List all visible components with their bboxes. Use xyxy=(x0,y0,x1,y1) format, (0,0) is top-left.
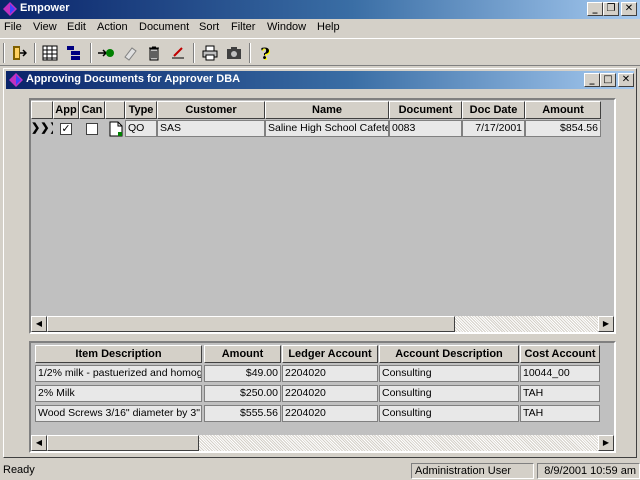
col-header-customer[interactable]: Customer xyxy=(157,101,265,119)
menu-bar: File View Edit Action Document Sort Filt… xyxy=(0,19,640,38)
menu-filter[interactable]: Filter xyxy=(231,21,255,33)
items-scroll-left-button[interactable]: ◀ xyxy=(31,435,47,451)
child-title: Approving Documents for Approver DBA xyxy=(26,73,241,85)
col-header-attachment[interactable] xyxy=(105,101,125,119)
grid-icon[interactable] xyxy=(39,42,61,64)
status-bar: Ready Administration User 8/9/2001 10:59… xyxy=(0,462,640,480)
menu-view[interactable]: View xyxy=(33,21,57,33)
item-row-ledger[interactable]: 2204020 xyxy=(282,405,378,422)
exit-icon[interactable] xyxy=(8,42,30,64)
col-header-amount[interactable]: Amount xyxy=(525,101,601,119)
trash-icon[interactable] xyxy=(143,42,165,64)
app-title-bar[interactable]: Empower _ ❐ ✕ xyxy=(0,0,640,19)
item-row-account-description[interactable]: Consulting xyxy=(379,365,519,382)
row-selector-header xyxy=(31,101,53,119)
col-header-document[interactable]: Document xyxy=(389,101,462,119)
menu-help[interactable]: Help xyxy=(317,21,340,33)
items-scroll-right-button[interactable]: ▶ xyxy=(598,435,614,451)
status-user: Administration User xyxy=(411,463,534,479)
col-header-account-description[interactable]: Account Description xyxy=(379,345,519,363)
approving-documents-window: Approving Documents for Approver DBA _ □… xyxy=(3,68,637,458)
col-header-item-amount[interactable]: Amount xyxy=(204,345,281,363)
approve-icon[interactable] xyxy=(95,42,117,64)
toolbar: ? xyxy=(0,38,640,66)
scroll-thumb[interactable] xyxy=(47,316,455,332)
col-header-can[interactable]: Can xyxy=(79,101,105,119)
child-title-bar[interactable]: Approving Documents for Approver DBA _ □… xyxy=(6,71,634,89)
tree-icon[interactable] xyxy=(63,42,85,64)
menu-window[interactable]: Window xyxy=(267,21,306,33)
status-datetime: 8/9/2001 10:59 am xyxy=(537,463,640,479)
child-close-button[interactable]: ✕ xyxy=(618,73,634,87)
document-attachment-icon[interactable] xyxy=(109,121,123,137)
app-title: Empower xyxy=(20,2,70,14)
minimize-button[interactable]: _ xyxy=(587,2,603,16)
print-icon[interactable] xyxy=(199,42,221,64)
help-icon[interactable]: ? xyxy=(254,42,276,64)
current-row-marker: ❯❯❯ xyxy=(31,122,59,134)
cell-amount[interactable]: $854.56 xyxy=(525,120,601,137)
items-scroll-thumb[interactable] xyxy=(47,435,199,451)
child-minimize-button[interactable]: _ xyxy=(584,73,600,87)
col-header-name[interactable]: Name xyxy=(265,101,389,119)
restore-button[interactable]: ❐ xyxy=(603,2,619,16)
scroll-right-button[interactable]: ▶ xyxy=(598,316,614,332)
item-row-cost-account[interactable]: TAH xyxy=(520,405,600,422)
cell-customer[interactable]: SAS xyxy=(157,120,265,137)
item-row-amount[interactable]: $555.56 xyxy=(204,405,281,422)
col-header-ledger-account[interactable]: Ledger Account xyxy=(282,345,378,363)
item-row-amount[interactable]: $49.00 xyxy=(204,365,281,382)
item-row-description[interactable]: 2% Milk xyxy=(35,385,202,402)
close-button[interactable]: ✕ xyxy=(621,2,637,16)
approve-checkbox[interactable]: ✓ xyxy=(60,123,72,135)
col-header-item-description[interactable]: Item Description xyxy=(35,345,202,363)
col-header-cost-account[interactable]: Cost Account xyxy=(520,345,600,363)
cell-doc-date[interactable]: 7/17/2001 xyxy=(462,120,525,137)
documents-hscrollbar[interactable]: ◀ ▶ xyxy=(31,316,614,332)
camera-icon[interactable] xyxy=(223,42,245,64)
app-logo-icon xyxy=(3,2,17,16)
col-header-type[interactable]: Type xyxy=(125,101,157,119)
item-row-ledger[interactable]: 2204020 xyxy=(282,365,378,382)
cell-name[interactable]: Saline High School Cafeteria xyxy=(265,120,389,137)
items-hscrollbar[interactable]: ◀ ▶ xyxy=(31,435,614,451)
menu-edit[interactable]: Edit xyxy=(67,21,86,33)
item-row-amount[interactable]: $250.00 xyxy=(204,385,281,402)
item-row-account-description[interactable]: Consulting xyxy=(379,405,519,422)
item-row-description[interactable]: 1/2% milk - pastuerized and homogenized xyxy=(35,365,202,382)
cell-document[interactable]: 0083 xyxy=(389,120,462,137)
documents-grid: App Can Type Customer Name Document Doc … xyxy=(29,98,616,334)
child-maximize-button[interactable]: □ xyxy=(600,73,616,87)
col-header-app[interactable]: App xyxy=(53,101,79,119)
menu-sort[interactable]: Sort xyxy=(199,21,219,33)
sign-icon[interactable] xyxy=(167,42,189,64)
item-row-ledger[interactable]: 2204020 xyxy=(282,385,378,402)
item-row-account-description[interactable]: Consulting xyxy=(379,385,519,402)
scroll-left-button[interactable]: ◀ xyxy=(31,316,47,332)
item-row-cost-account[interactable]: 10044_00 xyxy=(520,365,600,382)
menu-action[interactable]: Action xyxy=(97,21,128,33)
status-text: Ready xyxy=(3,464,35,476)
cancel-checkbox[interactable] xyxy=(86,123,98,135)
col-header-doc-date[interactable]: Doc Date xyxy=(462,101,525,119)
cell-type[interactable]: QO xyxy=(125,120,157,137)
item-row-cost-account[interactable]: TAH xyxy=(520,385,600,402)
eraser-icon[interactable] xyxy=(119,42,141,64)
item-row-description[interactable]: Wood Screws 3/16" diameter by 3" xyxy=(35,405,202,422)
items-grid: Item Description Amount Ledger Account A… xyxy=(29,341,616,453)
window-logo-icon xyxy=(9,73,23,87)
menu-document[interactable]: Document xyxy=(139,21,189,33)
menu-file[interactable]: File xyxy=(4,21,22,33)
